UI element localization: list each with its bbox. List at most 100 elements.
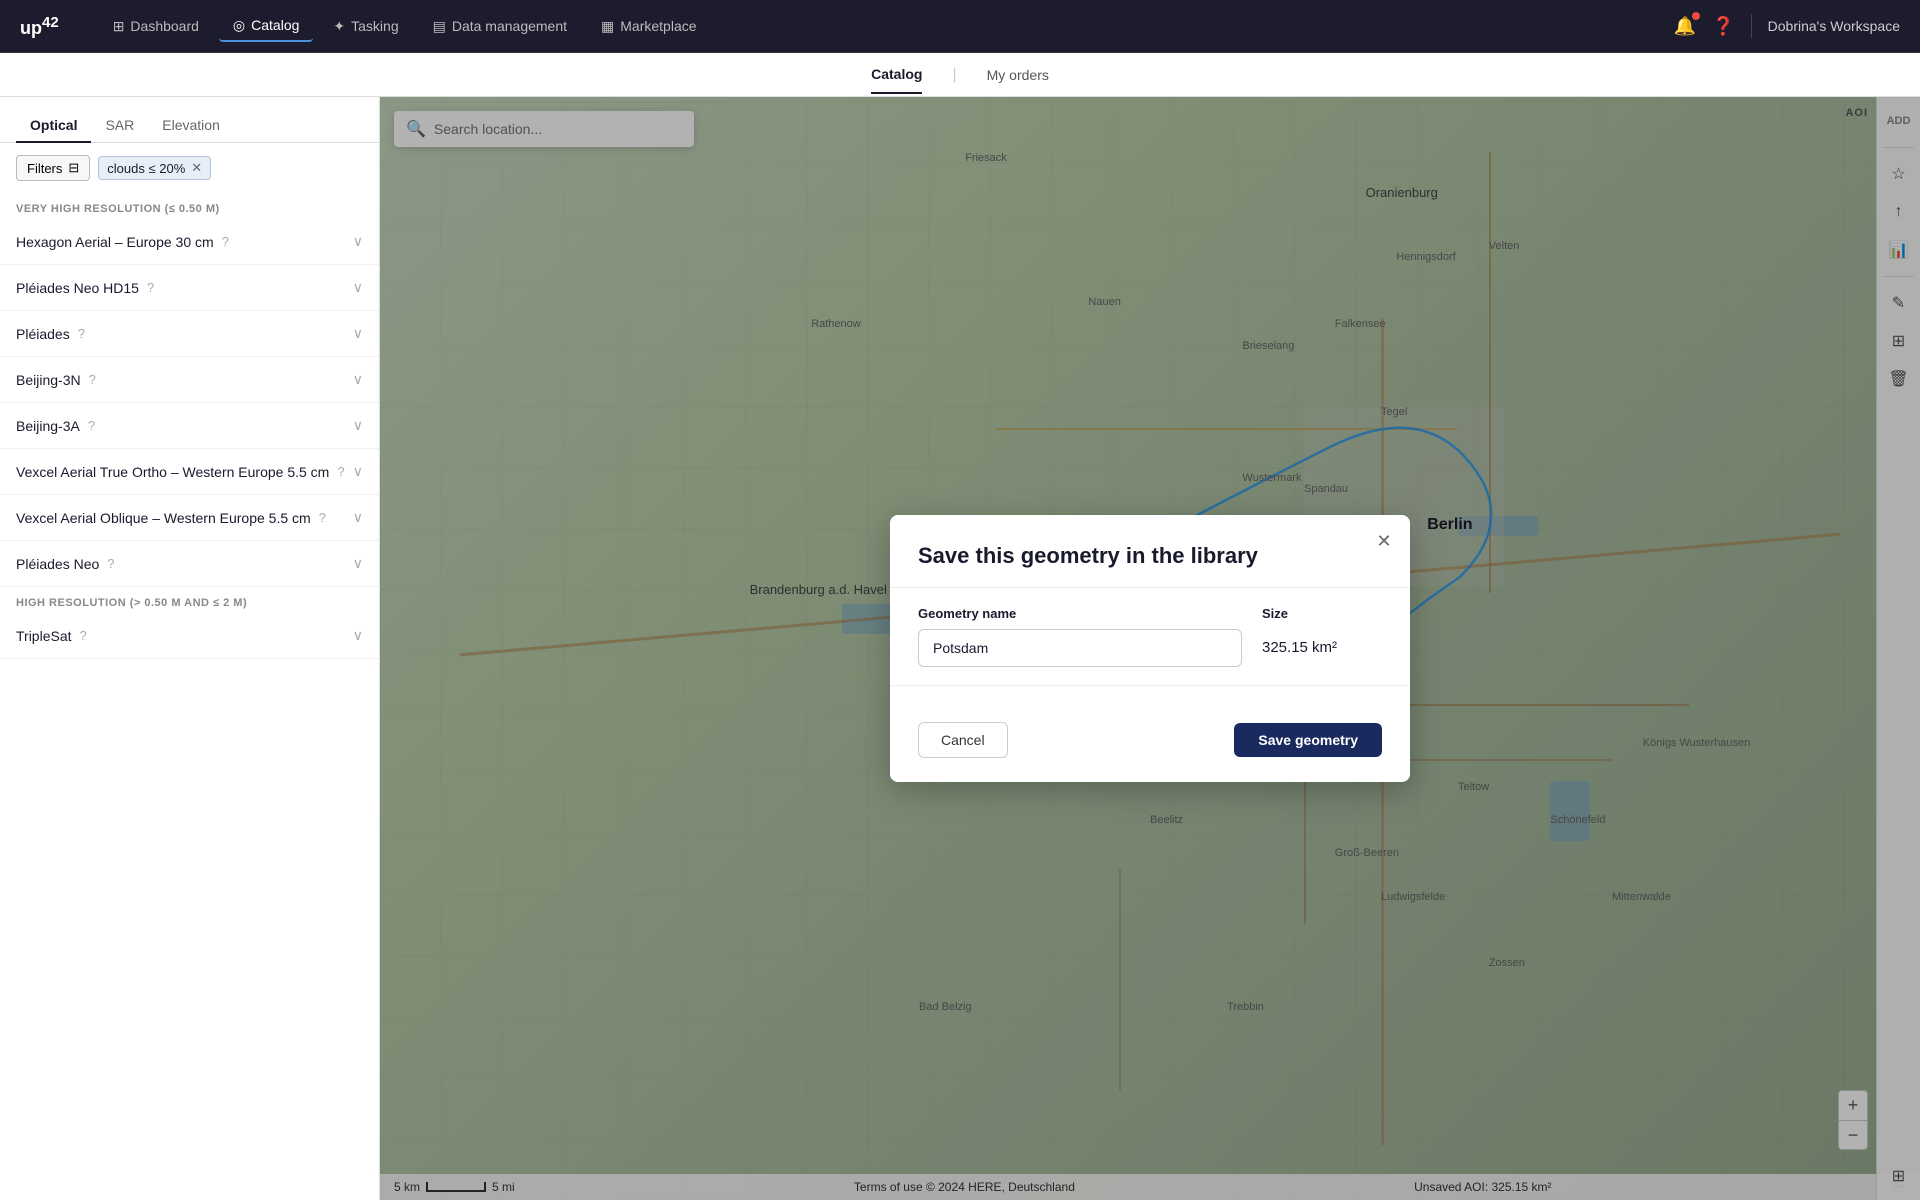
catalog-icon: ◎ (233, 17, 245, 34)
notification-badge (1692, 12, 1700, 20)
geometry-name-field: Geometry name (918, 606, 1242, 667)
chevron-down-icon[interactable]: ∨ (353, 555, 363, 572)
help-icon[interactable]: ? (147, 280, 154, 295)
list-item[interactable]: Pléiades Neo HD15 ? ∨ (0, 265, 379, 311)
nav-right: 🔔 ❓ Dobrina's Workspace (1674, 14, 1900, 38)
item-name: Pléiades Neo HD15 (16, 280, 139, 296)
data-type-tabs: Optical SAR Elevation (0, 97, 379, 143)
dashboard-icon: ⊞ (113, 18, 125, 35)
marketplace-icon: ▦ (601, 18, 614, 35)
nav-marketplace-label: Marketplace (620, 18, 696, 34)
item-name: Vexcel Aerial Oblique – Western Europe 5… (16, 510, 311, 526)
hr-section-label: HIGH RESOLUTION (> 0.50 M AND ≤ 2 M) (0, 587, 379, 613)
help-icon[interactable]: ? (89, 372, 96, 387)
nav-marketplace[interactable]: ▦ Marketplace (587, 12, 711, 41)
size-value: 325.15 km² (1262, 629, 1382, 666)
list-item[interactable]: Vexcel Aerial True Ortho – Western Europ… (0, 449, 379, 495)
list-item[interactable]: Beijing-3A ? ∨ (0, 403, 379, 449)
tab-elevation[interactable]: Elevation (148, 109, 234, 143)
item-name: Beijing-3N (16, 372, 81, 388)
left-panel: Optical SAR Elevation Filters ⊟ clouds ≤… (0, 97, 380, 1200)
modal-header: Save this geometry in the library ✕ (890, 515, 1410, 569)
chip-remove-button[interactable]: ✕ (191, 160, 202, 176)
list-item[interactable]: Hexagon Aerial – Europe 30 cm ? ∨ (0, 219, 379, 265)
list-item[interactable]: Vexcel Aerial Oblique – Western Europe 5… (0, 495, 379, 541)
notifications-button[interactable]: 🔔 (1674, 16, 1696, 37)
nav-tasking-label: Tasking (351, 18, 398, 34)
modal-title: Save this geometry in the library (918, 543, 1382, 569)
chevron-down-icon[interactable]: ∨ (353, 509, 363, 526)
help-icon[interactable]: ? (78, 326, 85, 341)
help-icon[interactable]: ? (107, 556, 114, 571)
help-icon[interactable]: ? (222, 234, 229, 249)
geometry-name-input[interactable] (918, 629, 1242, 667)
tab-sar[interactable]: SAR (91, 109, 148, 143)
help-icon[interactable]: ? (88, 418, 95, 433)
second-nav: Catalog | My orders (0, 53, 1920, 97)
nav-catalog-label: Catalog (251, 17, 299, 33)
tab-optical[interactable]: Optical (16, 109, 91, 143)
modal-footer-separator (890, 685, 1410, 686)
modal-close-button[interactable]: ✕ (1370, 527, 1398, 555)
vhr-section-label: VERY HIGH RESOLUTION (≤ 0.50 M) (0, 193, 379, 219)
cancel-button[interactable]: Cancel (918, 722, 1008, 758)
size-field: Size 325.15 km² (1262, 606, 1382, 666)
chevron-down-icon[interactable]: ∨ (353, 371, 363, 388)
save-geometry-button[interactable]: Save geometry (1234, 723, 1382, 757)
modal-separator (890, 587, 1410, 588)
help-icon[interactable]: ? (80, 628, 87, 643)
item-name: Hexagon Aerial – Europe 30 cm (16, 234, 214, 250)
help-icon[interactable]: ? (337, 464, 344, 479)
chip-label: clouds ≤ 20% (107, 161, 185, 176)
nav-items: ⊞ Dashboard ◎ Catalog ✦ Tasking ▤ Data m… (99, 11, 1674, 42)
list-item[interactable]: TripleSat ? ∨ (0, 613, 379, 659)
list-item[interactable]: Pléiades Neo ? ∨ (0, 541, 379, 587)
nav-data-management[interactable]: ▤ Data management (419, 12, 581, 41)
filters-label: Filters (27, 161, 62, 176)
geometry-name-label: Geometry name (918, 606, 1242, 621)
chevron-down-icon[interactable]: ∨ (353, 279, 363, 296)
nav-tasking[interactable]: ✦ Tasking (319, 12, 412, 41)
map-background: Berlin Potsdam Oranienburg Hennigsdorf F… (380, 97, 1920, 1200)
modal-fields: Geometry name Size 325.15 km² (918, 606, 1382, 667)
chevron-down-icon[interactable]: ∨ (353, 233, 363, 250)
clouds-filter-chip[interactable]: clouds ≤ 20% ✕ (98, 156, 211, 180)
workspace-selector[interactable]: Dobrina's Workspace (1768, 18, 1900, 34)
second-nav-items: Catalog | My orders (871, 56, 1049, 94)
chevron-down-icon[interactable]: ∨ (353, 325, 363, 342)
modal-body: Geometry name Size 325.15 km² (890, 606, 1410, 667)
item-name: Pléiades (16, 326, 70, 342)
filter-bar: Filters ⊟ clouds ≤ 20% ✕ (0, 143, 379, 193)
item-name: Vexcel Aerial True Ortho – Western Europ… (16, 464, 329, 480)
modal-overlay: Save this geometry in the library ✕ Geom… (380, 97, 1920, 1200)
item-name: TripleSat (16, 628, 72, 644)
size-label: Size (1262, 606, 1382, 621)
data-mgmt-icon: ▤ (433, 18, 446, 35)
chevron-down-icon[interactable]: ∨ (353, 463, 363, 480)
my-orders-tab[interactable]: My orders (987, 57, 1049, 93)
save-geometry-modal: Save this geometry in the library ✕ Geom… (890, 515, 1410, 782)
modal-footer: Cancel Save geometry (890, 704, 1410, 782)
main-layout: Optical SAR Elevation Filters ⊟ clouds ≤… (0, 97, 1920, 1200)
list-item[interactable]: Beijing-3N ? ∨ (0, 357, 379, 403)
item-name: Beijing-3A (16, 418, 80, 434)
list-item[interactable]: Pléiades ? ∨ (0, 311, 379, 357)
nav-dashboard[interactable]: ⊞ Dashboard (99, 12, 213, 41)
map-area[interactable]: Berlin Potsdam Oranienburg Hennigsdorf F… (380, 97, 1920, 1200)
app-logo[interactable]: up42 (20, 14, 59, 39)
filters-button[interactable]: Filters ⊟ (16, 155, 90, 181)
nav-dashboard-label: Dashboard (130, 18, 199, 34)
nav-separator: | (952, 66, 956, 84)
help-button[interactable]: ❓ (1712, 16, 1734, 37)
nav-data-management-label: Data management (452, 18, 567, 34)
catalog-tab[interactable]: Catalog (871, 56, 922, 94)
chevron-down-icon[interactable]: ∨ (353, 417, 363, 434)
item-name: Pléiades Neo (16, 556, 99, 572)
help-icon[interactable]: ? (319, 510, 326, 525)
top-nav: up42 ⊞ Dashboard ◎ Catalog ✦ Tasking ▤ D… (0, 0, 1920, 53)
tasking-icon: ✦ (333, 18, 345, 35)
nav-catalog[interactable]: ◎ Catalog (219, 11, 313, 42)
logo-sup: 42 (42, 14, 59, 31)
filter-icon: ⊟ (68, 160, 79, 176)
chevron-down-icon[interactable]: ∨ (353, 627, 363, 644)
